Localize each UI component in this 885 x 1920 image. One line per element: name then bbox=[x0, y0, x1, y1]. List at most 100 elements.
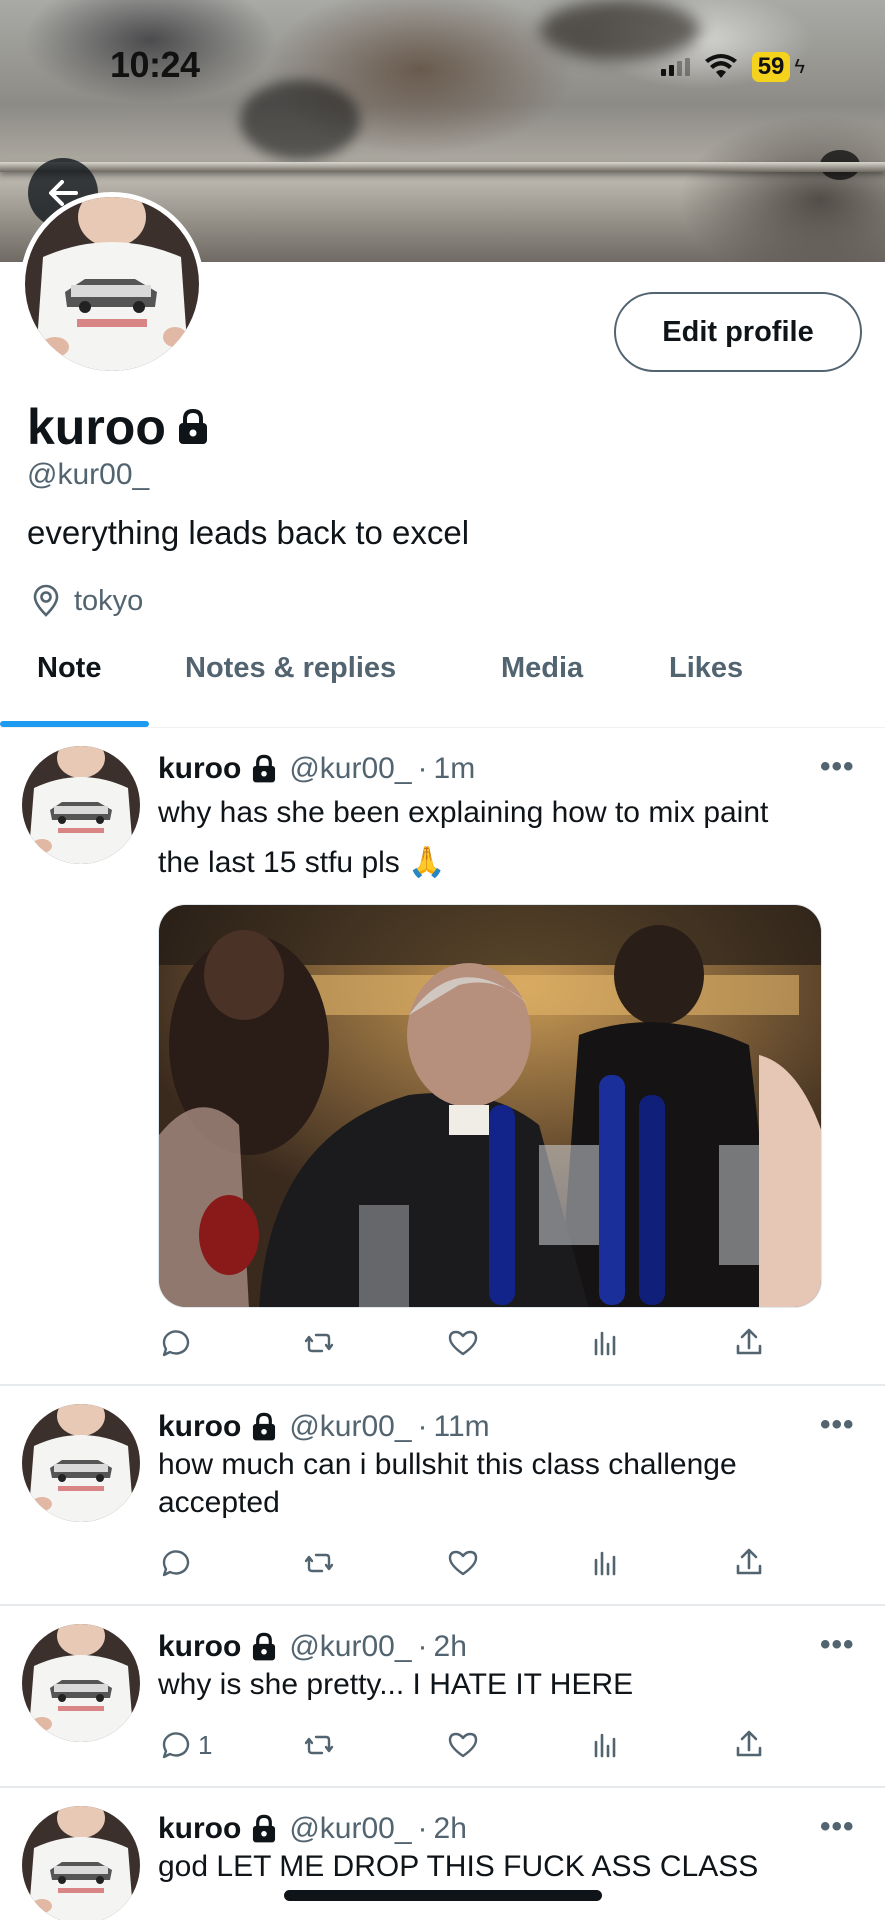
post-separator: · bbox=[417, 1630, 428, 1663]
share-icon bbox=[736, 1548, 762, 1575]
post-item[interactable]: kuroo @kur00_ · 2h ••• why is she pretty… bbox=[0, 1606, 885, 1788]
repost-button[interactable] bbox=[302, 1326, 336, 1360]
post-item[interactable]: kuroo @kur00_ · 11m ••• how much can i b… bbox=[0, 1386, 885, 1606]
post-author-handle[interactable]: @kur00_ bbox=[289, 1812, 411, 1846]
repost-button[interactable] bbox=[302, 1728, 336, 1762]
post-separator: · bbox=[417, 1812, 428, 1845]
share-button[interactable] bbox=[732, 1546, 766, 1580]
tab-notes-replies[interactable]: Notes & replies bbox=[185, 652, 396, 685]
views-button[interactable] bbox=[588, 1546, 622, 1580]
post-header: kuroo @kur00_ · 2h bbox=[158, 1630, 467, 1664]
profile-location: tokyo bbox=[30, 584, 143, 618]
like-button[interactable] bbox=[446, 1728, 480, 1762]
post-text-line: why has she been explaining how to mix p… bbox=[158, 796, 769, 829]
views-icon bbox=[594, 1733, 616, 1758]
like-button[interactable] bbox=[446, 1326, 480, 1360]
more-icon[interactable]: ••• bbox=[820, 1408, 855, 1442]
post-text: how much can i bullshit this class chall… bbox=[158, 1446, 858, 1522]
battery-indicator: 59 bbox=[751, 52, 791, 82]
lock-icon bbox=[249, 1814, 279, 1844]
post-timestamp[interactable]: 11m bbox=[434, 1410, 490, 1444]
post-author-handle[interactable]: @kur00_ bbox=[289, 1410, 411, 1444]
status-time: 10:24 bbox=[110, 44, 200, 85]
more-icon[interactable]: ••• bbox=[820, 750, 855, 784]
post-separator: · bbox=[417, 1410, 428, 1443]
post-text-line: accepted bbox=[158, 1486, 280, 1519]
post-avatar[interactable] bbox=[22, 746, 140, 864]
post-avatar[interactable] bbox=[22, 1624, 140, 1742]
post-text: why has she been explaining how to mix p… bbox=[158, 788, 858, 888]
repost-icon bbox=[304, 1735, 334, 1755]
reply-icon bbox=[162, 1330, 190, 1357]
views-icon bbox=[594, 1331, 616, 1356]
reply-button[interactable] bbox=[158, 1326, 198, 1360]
post-text-line: the last 15 stfu pls 🙏 bbox=[158, 846, 446, 879]
reply-button[interactable] bbox=[158, 1546, 198, 1580]
views-icon bbox=[594, 1551, 616, 1576]
post-actions: 1 bbox=[158, 1728, 798, 1768]
share-icon bbox=[736, 1730, 762, 1757]
profile-handle: @kur00_ bbox=[27, 458, 150, 491]
home-indicator[interactable] bbox=[284, 1890, 602, 1901]
repost-button[interactable] bbox=[302, 1546, 336, 1580]
profile-bio: everything leads back to excel bbox=[27, 514, 470, 551]
post-actions bbox=[158, 1326, 798, 1366]
heart-icon bbox=[448, 1330, 478, 1356]
edit-profile-button[interactable]: Edit profile bbox=[614, 292, 862, 372]
charging-icon: ϟ bbox=[794, 55, 805, 78]
post-text-line: how much can i bullshit this class chall… bbox=[158, 1448, 737, 1481]
lock-icon bbox=[249, 754, 279, 784]
reply-count: 1 bbox=[198, 1729, 213, 1760]
post-timestamp[interactable]: 2h bbox=[434, 1630, 467, 1664]
post-media-image[interactable] bbox=[158, 904, 822, 1308]
lock-icon bbox=[249, 1632, 279, 1662]
signal-icon bbox=[660, 58, 690, 76]
tab-note[interactable]: Note bbox=[37, 652, 101, 685]
post-timestamp[interactable]: 1m bbox=[434, 752, 476, 786]
reply-button[interactable]: 1 bbox=[158, 1728, 212, 1762]
location-text: tokyo bbox=[74, 584, 144, 617]
location-pin-icon bbox=[33, 584, 59, 617]
repost-icon bbox=[304, 1553, 334, 1573]
post-avatar[interactable] bbox=[22, 1806, 140, 1920]
profile-tabs: Note Notes & replies Media Likes bbox=[0, 640, 885, 728]
post-header: kuroo @kur00_ · 1m bbox=[158, 752, 475, 786]
heart-icon bbox=[448, 1732, 478, 1758]
views-button[interactable] bbox=[588, 1728, 622, 1762]
tab-likes[interactable]: Likes bbox=[669, 652, 743, 685]
post-author-name[interactable]: kuroo bbox=[158, 752, 241, 786]
like-button[interactable] bbox=[446, 1546, 480, 1580]
status-icons: 59 ϟ bbox=[660, 50, 805, 84]
repost-icon bbox=[304, 1333, 334, 1353]
profile-avatar[interactable] bbox=[20, 192, 204, 376]
views-button[interactable] bbox=[588, 1326, 622, 1360]
share-button[interactable] bbox=[732, 1728, 766, 1762]
post-text-line: why is she pretty... I HATE IT HERE bbox=[158, 1668, 634, 1701]
post-header: kuroo @kur00_ · 2h bbox=[158, 1812, 467, 1846]
wifi-icon bbox=[704, 54, 737, 78]
reply-icon bbox=[162, 1732, 190, 1759]
share-button[interactable] bbox=[732, 1326, 766, 1360]
post-separator: · bbox=[417, 752, 428, 785]
post-author-handle[interactable]: @kur00_ bbox=[289, 752, 411, 786]
post-text: why is she pretty... I HATE IT HERE bbox=[158, 1666, 858, 1704]
display-name: kuroo bbox=[27, 398, 210, 456]
post-author-name[interactable]: kuroo bbox=[158, 1410, 241, 1444]
post-author-name[interactable]: kuroo bbox=[158, 1630, 241, 1664]
post-actions bbox=[158, 1546, 798, 1586]
heart-icon bbox=[448, 1550, 478, 1576]
post-avatar[interactable] bbox=[22, 1404, 140, 1522]
post-author-name[interactable]: kuroo bbox=[158, 1812, 241, 1846]
post-timestamp[interactable]: 2h bbox=[434, 1812, 467, 1846]
display-name-text: kuroo bbox=[27, 399, 166, 455]
post-text: god LET ME DROP THIS FUCK ASS CLASS bbox=[158, 1848, 858, 1886]
tab-media[interactable]: Media bbox=[501, 652, 583, 685]
post-author-handle[interactable]: @kur00_ bbox=[289, 1630, 411, 1664]
post-header: kuroo @kur00_ · 11m bbox=[158, 1410, 490, 1444]
post-text-line: god LET ME DROP THIS FUCK ASS CLASS bbox=[158, 1850, 759, 1883]
more-icon[interactable]: ••• bbox=[820, 1628, 855, 1662]
lock-icon bbox=[249, 1412, 279, 1442]
lock-icon bbox=[178, 408, 207, 444]
more-icon[interactable]: ••• bbox=[820, 1810, 855, 1844]
reply-icon bbox=[162, 1550, 190, 1577]
